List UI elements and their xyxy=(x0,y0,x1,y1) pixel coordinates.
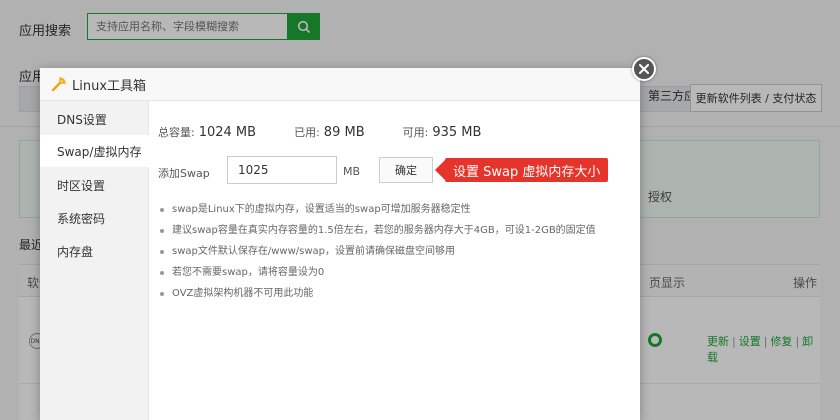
swap-panel: 总容量: 1024 MB 已用: 89 MB 可用: 935 MB 添加Swap… xyxy=(150,101,640,420)
close-icon[interactable] xyxy=(632,57,656,81)
toolbox-logo-icon xyxy=(51,76,67,92)
used-label: 已用: xyxy=(294,126,320,139)
sidebar-item-swap[interactable]: Swap/虚拟内存 xyxy=(40,135,150,167)
swap-size-input[interactable] xyxy=(227,156,337,184)
dialog-header: Linux工具箱 xyxy=(40,68,640,101)
linux-toolbox-dialog: Linux工具箱 DNS设置 Swap/虚拟内存 时区设置 系统密码 内存盘 总… xyxy=(40,68,640,420)
sidebar-item-dns[interactable]: DNS设置 xyxy=(40,103,149,135)
total-capacity-value: 1024 MB xyxy=(198,125,257,140)
list-item: 若您不需要swap，请将容量设为0 xyxy=(158,262,638,283)
total-capacity-label: 总容量: xyxy=(158,126,195,139)
confirm-button[interactable]: 确定 xyxy=(379,157,433,183)
list-item: OVZ虚拟架构机器不可用此功能 xyxy=(158,283,638,304)
list-item: swap是Linux下的虚拟内存，设置适当的swap可增加服务器稳定性 xyxy=(158,199,638,220)
sidebar-item-system-password[interactable]: 系统密码 xyxy=(40,202,149,234)
list-item: 建议swap容量在真实内存容量的1.5倍左右，若您的服务器内存大于4GB，可设1… xyxy=(158,220,638,241)
swap-unit-label: MB xyxy=(343,165,361,178)
swap-tips-list: swap是Linux下的虚拟内存，设置适当的swap可增加服务器稳定性 建议sw… xyxy=(158,199,638,304)
dialog-title: Linux工具箱 xyxy=(72,78,147,94)
swap-stats: 总容量: 1024 MB 已用: 89 MB 可用: 935 MB xyxy=(158,124,519,140)
dialog-sidebar: DNS设置 Swap/虚拟内存 时区设置 系统密码 内存盘 xyxy=(40,101,150,420)
available-label: 可用: xyxy=(402,126,429,139)
add-swap-label: 添加Swap xyxy=(158,167,210,180)
sidebar-item-timezone[interactable]: 时区设置 xyxy=(40,169,149,201)
used-value: 89 MB xyxy=(323,125,365,140)
list-item: swap文件默认保存在/www/swap，设置前请确保磁盘空间够用 xyxy=(158,241,638,262)
annotation-callout: 设置 Swap 虚拟内存大小 xyxy=(434,158,609,182)
available-value: 935 MB xyxy=(432,125,482,140)
sidebar-item-ramdisk[interactable]: 内存盘 xyxy=(40,235,149,267)
